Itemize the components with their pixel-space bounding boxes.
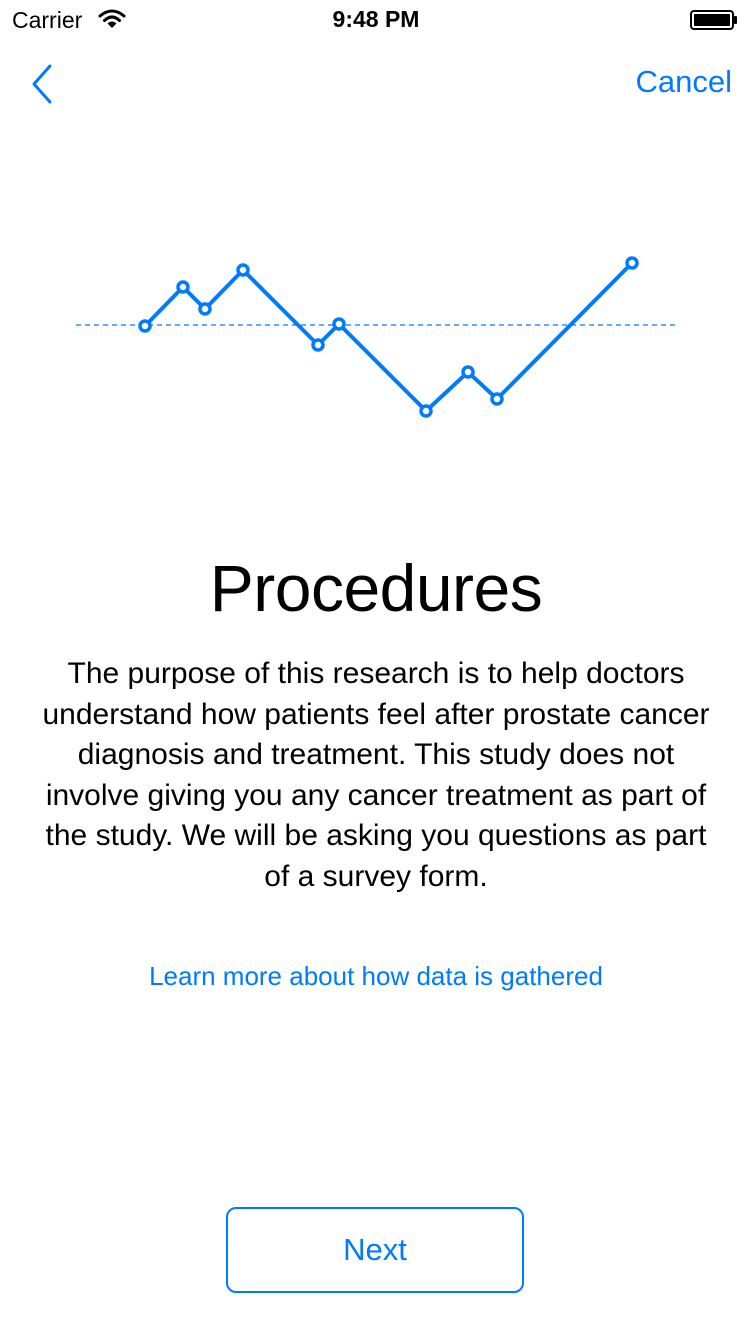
- chevron-left-icon: [32, 64, 52, 104]
- status-bar: Carrier 9:48 PM: [0, 0, 752, 40]
- battery-icon: [690, 10, 737, 30]
- cancel-button[interactable]: Cancel: [636, 64, 733, 100]
- status-time: 9:48 PM: [332, 6, 420, 32]
- back-button[interactable]: [24, 60, 64, 108]
- next-button[interactable]: Next: [226, 1207, 524, 1293]
- learn-more-link[interactable]: Learn more about how data is gathered: [0, 961, 752, 992]
- page-title: Procedures: [209, 551, 543, 625]
- chart-line: [143, 261, 634, 413]
- body-text: The purpose of this research is to help …: [42, 657, 710, 893]
- chart-points: [138, 256, 639, 418]
- line-graph-illustration: [76, 256, 676, 418]
